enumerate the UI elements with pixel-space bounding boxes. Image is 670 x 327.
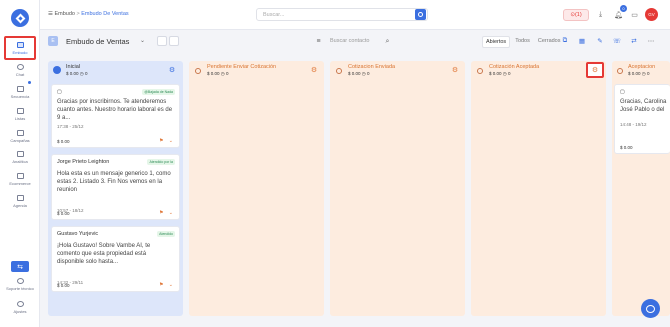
column-title: Pendiente Enviar Cotización [207,64,277,70]
card-actions[interactable]: ⚑ ⌄ [159,138,175,144]
status-badge: Atendido por la [147,159,175,165]
sidebar-item-ajustes[interactable]: Ajustes [4,297,36,317]
person-icon [477,68,483,74]
column-cotizacion-aceptada: Cotización Aceptada $ 0.00 ◷ 0 [471,61,606,316]
column-meta: $ 0.00 ◷ 0 [628,71,650,76]
settings-sliders-icon[interactable]: ⇄ [629,36,639,46]
list-view-button[interactable] [169,36,179,46]
column-meta: $ 0.00 ◷ 0 [348,71,370,76]
kanban-view-button[interactable] [157,36,167,46]
sidebar-item-agenda[interactable]: Agenda [4,189,36,213]
sidebar-item-embudo[interactable]: Embudo [4,36,36,60]
chat-bubble-icon [646,304,655,313]
calendar-icon [16,194,24,201]
person-icon [617,68,623,74]
lead-value: $ 0.00 [57,211,70,216]
settings-icon [16,300,24,307]
column-title: Cotización Aceptada [489,64,540,70]
breadcrumb: ☰ Embudo > Embudo De Ventas [48,11,129,17]
phone-icon[interactable]: ☏ [612,36,622,46]
column-meta: $ 0.00 ◷ 0 [66,71,88,76]
tab-abiertos[interactable]: Abiertos [482,36,511,48]
lead-date: 17:38 - 25/12 [57,124,84,129]
sidebar-item-soporte[interactable]: Soporte técnico [4,274,36,294]
person-icon [195,68,201,74]
sequence-icon [16,85,24,92]
lead-date: 14:32 - 29/11 [57,280,84,285]
chevron-down-icon[interactable]: ⌄ [140,37,145,44]
support-icon [16,277,24,284]
card-actions[interactable]: ⚑ ⌄ [159,282,175,288]
lead-date: 14:48 - 19/12 [620,122,647,127]
column-cotizacion-enviada: Cotizacion Enviada $ 0.00 ◷ 0 [330,61,465,316]
column-title: Inicial [66,64,81,70]
lead-date: 10:57 - 18/12 [57,208,84,213]
avatar[interactable]: GV [645,8,658,21]
cart-icon [16,172,24,179]
list-icon [16,107,24,114]
contact-search-icon[interactable]: ⌕ [382,36,393,47]
chart-icon [16,150,24,157]
column-title: Cotizacion Enviada [348,64,396,70]
more-icon[interactable]: ⋯ [646,36,656,46]
pipeline-badge: E [48,36,58,46]
column-pendiente: Pendiente Enviar Cotización $ 0.00 ◷ 0 [189,61,324,316]
search-button[interactable] [415,9,426,20]
edit-icon[interactable]: ✎ [595,36,605,46]
column-stage-icon [53,66,61,74]
logout-button[interactable]: ⇆ [11,261,29,272]
chat-icon [16,63,24,70]
lead-card[interactable]: Gustavo Yurjevic Atendido ¡Hola Gustavo!… [51,226,180,292]
campaign-icon [16,129,24,136]
column-settings-icon[interactable]: ⚙ [168,66,176,74]
funnel-icon [16,41,24,48]
lead-card[interactable]: ▢ @Bajada de Nada Gracias por inscribirn… [51,84,180,148]
message-icon[interactable]: ▭ [629,9,640,20]
breadcrumb-current: Embudo De Ventas [81,11,129,17]
column-meta: $ 0.00 ◷ 0 [489,71,511,76]
lead-value: $ 0.00 [57,139,70,144]
lead-value: $ 0.00 [57,283,70,288]
sidebar-item-analitica[interactable]: Analítica [4,145,36,169]
alert-pill[interactable]: ⊙ (1) [563,9,589,21]
lead-card[interactable]: Jorge Prieto Leighton Atendido por la Ho… [51,154,180,220]
sidebar-item-chat[interactable]: Chat [4,58,36,82]
column-settings-icon[interactable]: ⚙ [451,66,459,74]
import-icon[interactable]: ⧉ [560,36,570,46]
column-settings-icon[interactable]: ⚙ [586,62,604,78]
status-tabs: Abiertos Todos Cerrados [482,36,564,48]
chat-icon: ▢ [620,89,625,95]
tab-todos[interactable]: Todos [512,36,533,48]
sidebar-item-secuencia[interactable]: Secuencia [4,80,36,104]
search-icon [418,12,423,17]
app-logo[interactable] [11,9,29,27]
lead-value: $ 0.00 [620,145,633,150]
column-title: Aceptacion [628,64,656,70]
person-icon [336,68,342,74]
download-icon[interactable]: ⤓ [595,9,606,20]
lead-message: Gracias por inscribirnos. Te atenderemos… [57,99,173,121]
breadcrumb-parent[interactable]: Embudo [54,11,75,17]
status-badge: @Bajada de Nada [142,89,175,95]
status-badge: Atendido [157,231,175,237]
lead-message: ¡Hola Gustavo! Sobre Vambe AI, te coment… [57,243,151,265]
chat-support-button[interactable] [641,299,660,318]
lead-message: Hola esta es un mensaje generico 1, como… [57,171,171,193]
exit-icon: ⇆ [17,263,23,271]
sidebar-item-ecommerce[interactable]: Ecommerce [4,167,36,191]
lead-message: Gracias, Carolina José Pablo o del [620,99,667,113]
column-meta: $ 0.00 ◷ 0 [207,71,229,76]
notification-badge: 0 [620,5,627,12]
lead-card[interactable]: ▢ Gracias, Carolina José Pablo o del 14:… [614,84,670,154]
global-search-input[interactable]: Buscar... [256,8,428,21]
grid-icon[interactable]: ▦ [577,36,587,46]
pipeline-selector[interactable]: Embudo de Ventas [66,37,129,46]
column-settings-icon[interactable]: ⚙ [310,66,318,74]
card-actions[interactable]: ⚑ ⌄ [159,210,175,216]
sidebar-item-listas[interactable]: Listas [4,102,36,126]
filter-icon[interactable]: ≡ [313,36,324,47]
